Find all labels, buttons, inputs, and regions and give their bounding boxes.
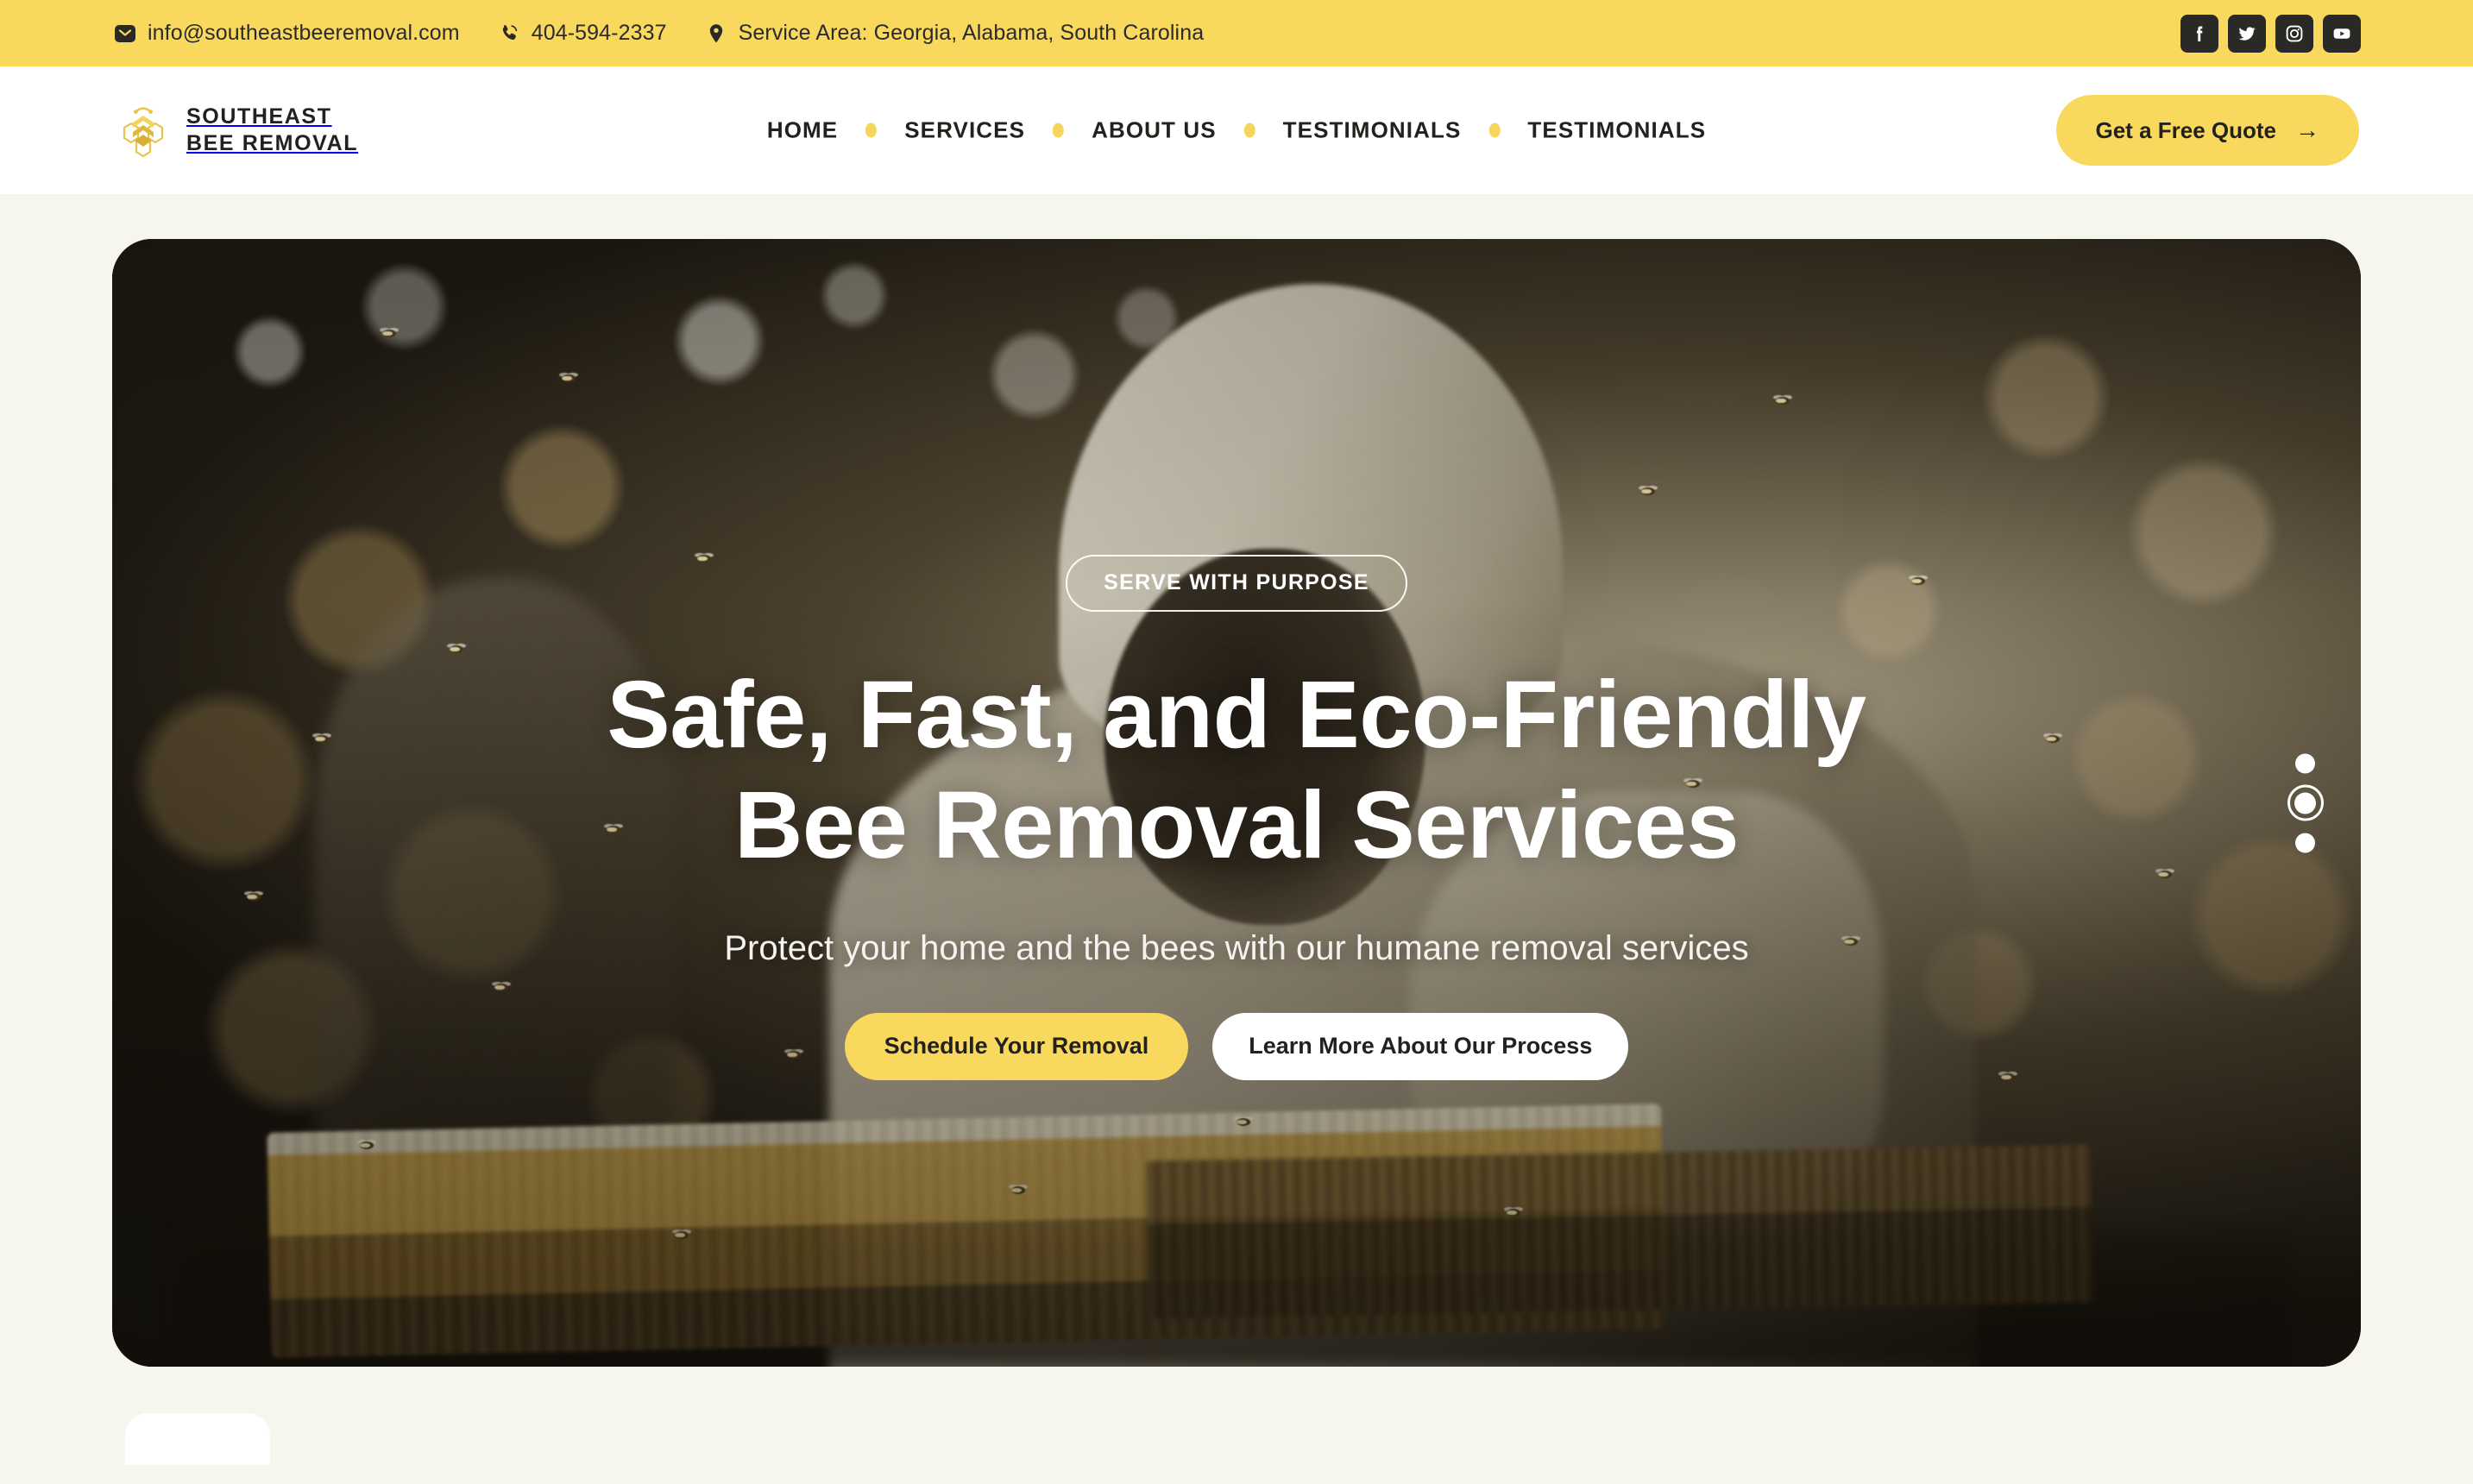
brand-name-line1: SOUTHEAST (186, 104, 332, 129)
contact-service-area-text: Service Area: Georgia, Alabama, South Ca… (738, 21, 1205, 45)
brand-name: SOUTHEAST BEE REMOVAL (186, 104, 358, 158)
nav-separator-dot-icon (1488, 123, 1501, 138)
hero-content: SERVE WITH PURPOSE Safe, Fast, and Eco-F… (112, 239, 2361, 1367)
social-links (2180, 14, 2361, 53)
facebook-icon (2189, 23, 2210, 44)
hero-section-wrapper: SERVE WITH PURPOSE Safe, Fast, and Eco-F… (0, 194, 2473, 1367)
hero-badge: SERVE WITH PURPOSE (1066, 555, 1407, 613)
get-a-free-quote-button[interactable]: Get a Free Quote → (2055, 95, 2359, 166)
contact-phone[interactable]: 404-594-2337 (498, 21, 667, 46)
main-navigation-bar: SOUTHEAST BEE REMOVAL HOME SERVICES ABOU… (0, 66, 2473, 194)
carousel-dot-1[interactable] (2295, 753, 2315, 773)
instagram-icon (2284, 23, 2305, 44)
nav-item-services[interactable]: SERVICES (877, 117, 1053, 144)
brand-logo[interactable]: SOUTHEAST BEE REMOVAL (114, 101, 358, 160)
nav-item-about-us[interactable]: ABOUT US (1064, 117, 1244, 144)
twitter-icon (2237, 23, 2257, 44)
hero-subtitle: Protect your home and the bees with our … (724, 928, 1749, 967)
learn-more-about-our-process-button[interactable]: Learn More About Our Process (1212, 1012, 1629, 1080)
contact-service-area: Service Area: Georgia, Alabama, South Ca… (705, 21, 1205, 46)
hexagon-bee-logo-icon (114, 101, 173, 160)
nav-item-home[interactable]: HOME (739, 117, 865, 144)
arrow-right-icon: → (2295, 116, 2319, 143)
youtube-icon (2331, 23, 2352, 44)
hero-title-line1: Safe, Fast, and Eco-Friendly (607, 662, 1866, 769)
brand-name-line2: BEE REMOVAL (186, 131, 359, 155)
contact-email-text: info@southeastbeeremoval.com (148, 21, 460, 45)
contact-email[interactable]: info@southeastbeeremoval.com (114, 21, 460, 46)
hero-title: Safe, Fast, and Eco-Friendly Bee Removal… (607, 660, 1866, 880)
top-contact-bar: info@southeastbeeremoval.com 404-594-233… (0, 0, 2473, 66)
mail-icon (114, 22, 136, 45)
carousel-pagination (2294, 753, 2316, 852)
social-link-twitter[interactable] (2228, 14, 2266, 53)
next-section-card-peek (125, 1413, 270, 1465)
hero-title-line2: Bee Removal Services (733, 772, 1740, 878)
schedule-your-removal-button[interactable]: Schedule Your Removal (844, 1012, 1189, 1080)
contact-phone-text: 404-594-2337 (531, 21, 667, 45)
nav-menu: HOME SERVICES ABOUT US TESTIMONIALS TEST… (739, 117, 1734, 144)
social-link-facebook[interactable] (2180, 14, 2218, 53)
nav-separator-dot-icon (865, 123, 878, 138)
hero-banner: SERVE WITH PURPOSE Safe, Fast, and Eco-F… (112, 239, 2361, 1367)
nav-item-testimonials-2[interactable]: TESTIMONIALS (1500, 117, 1734, 144)
nav-separator-dot-icon (1053, 123, 1065, 138)
location-pin-icon (705, 22, 727, 45)
hero-button-group: Schedule Your Removal Learn More About O… (844, 1012, 1629, 1080)
nav-separator-dot-icon (1243, 123, 1255, 138)
social-link-instagram[interactable] (2275, 14, 2313, 53)
contact-list: info@southeastbeeremoval.com 404-594-233… (114, 21, 1204, 46)
phone-icon (498, 22, 520, 45)
nav-item-testimonials[interactable]: TESTIMONIALS (1255, 117, 1489, 144)
carousel-dot-2-active[interactable] (2294, 792, 2316, 814)
get-a-free-quote-label: Get a Free Quote (2095, 116, 2277, 143)
social-link-youtube[interactable] (2323, 14, 2361, 53)
carousel-dot-3[interactable] (2295, 833, 2315, 852)
